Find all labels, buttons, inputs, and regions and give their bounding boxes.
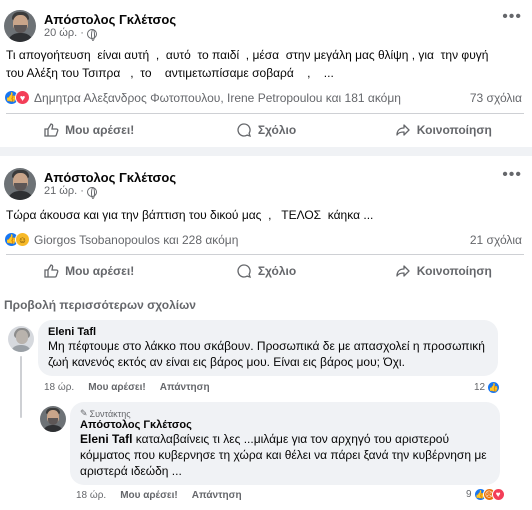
avatar[interactable] xyxy=(4,168,36,200)
comment-actions: 18 ώρ. Μου αρέσει! Απάντηση xyxy=(44,382,210,393)
more-options-icon[interactable]: ••• xyxy=(502,166,522,184)
avatar[interactable] xyxy=(4,10,36,42)
comment-label: Σχόλιο xyxy=(257,264,297,278)
post-author[interactable]: Απόστολος Γκλέτσος xyxy=(44,12,176,28)
love-reaction-icon[interactable]: ♥ xyxy=(15,90,30,105)
post-time[interactable]: 21 ώρ. · xyxy=(44,185,84,198)
comment-button[interactable]: Σχόλιο xyxy=(177,117,354,143)
comment-button[interactable]: Σχόλιο xyxy=(177,258,354,284)
like-label: Μου αρέσει! xyxy=(65,123,135,137)
avatar[interactable] xyxy=(8,326,34,352)
divider xyxy=(6,113,524,114)
comments-section: Προβολή περισσότερων σχολίων Eleni Tafl … xyxy=(0,290,532,510)
thumbs-up-icon xyxy=(44,264,59,278)
comment-icon xyxy=(237,123,251,138)
comment-like-link[interactable]: Μου αρέσει! xyxy=(88,382,146,393)
share-label: Κοινοποίηση xyxy=(416,123,492,137)
reply-bubble: ✎ Συντάκτης Απόστολος Γκλέτσος Eleni Taf… xyxy=(70,402,500,485)
reactions-bar: 👍 ☺ Giorgos Tsobanopoulos και 228 ακόμη … xyxy=(4,232,522,247)
reactions-bar: 👍 ♥ Δημητρα Αλεξανδρος Φωτοπουλου, Irene… xyxy=(4,90,522,105)
comment-time[interactable]: 18 ώρ. xyxy=(76,490,106,501)
comment-text: Eleni Tafl καταλαβαίνεις τι λες ...μιλάμ… xyxy=(80,431,490,479)
comment-actions: 18 ώρ. Μου αρέσει! Απάντηση xyxy=(76,490,242,501)
post-time[interactable]: 20 ώρ. · xyxy=(44,27,84,40)
comment-label: Σχόλιο xyxy=(257,123,297,137)
share-icon xyxy=(396,124,410,136)
comment-author[interactable]: Eleni Tafl xyxy=(48,326,488,338)
thread-line xyxy=(20,356,22,418)
globe-icon xyxy=(86,186,97,199)
post-header: Απόστολος Γκλέτσος 20 ώρ. · xyxy=(4,10,176,42)
comments-count[interactable]: 21 σχόλια xyxy=(470,233,522,247)
haha-reaction-icon[interactable]: ☺ xyxy=(15,232,30,247)
post-text: Τώρα άκουσα και για την βάπτιση του δικο… xyxy=(6,208,374,222)
comment-like-link[interactable]: Μου αρέσει! xyxy=(120,490,178,501)
comment-time[interactable]: 18 ώρ. xyxy=(44,382,74,393)
comment-reply-link[interactable]: Απάντηση xyxy=(192,490,242,501)
author-badge-label: Συντάκτης xyxy=(89,408,131,419)
reactors-names[interactable]: Giorgos Tsobanopoulos και 228 ακόμη xyxy=(34,233,238,247)
share-button[interactable]: Κοινοποίηση xyxy=(355,258,532,284)
thumbs-up-icon xyxy=(44,123,59,137)
comments-count[interactable]: 73 σχόλια xyxy=(470,91,522,105)
post-author[interactable]: Απόστολος Γκλέτσος xyxy=(44,170,176,186)
pencil-icon: ✎ xyxy=(80,408,88,418)
comment-reply-link[interactable]: Απάντηση xyxy=(160,382,210,393)
comment-reactions[interactable]: 12 👍 xyxy=(474,381,501,394)
post-card: Απόστολος Γκλέτσος 20 ώρ. · ••• Τι απογο… xyxy=(0,0,532,147)
view-more-comments-link[interactable]: Προβολή περισσότερων σχολίων xyxy=(4,298,196,312)
share-button[interactable]: Κοινοποίηση xyxy=(355,117,532,143)
comment-reaction-count: 12 xyxy=(474,382,486,393)
like-button[interactable]: Μου αρέσει! xyxy=(0,117,177,143)
author-badge: ✎ Συντάκτης xyxy=(80,408,490,419)
like-label: Μου αρέσει! xyxy=(65,264,135,278)
comment-text: Μη πέφτουμε στο λάκκο που σκάβουν. Προσω… xyxy=(48,339,485,369)
mention-link[interactable]: Eleni Tafl xyxy=(80,432,132,446)
comment-author[interactable]: Απόστολος Γκλέτσος xyxy=(80,419,490,431)
post-text: Τι απογοήτευση είναι αυτή , αυτό το παιδ… xyxy=(6,48,489,80)
reactors-names[interactable]: Δημητρα Αλεξανδρος Φωτοπουλου, Irene Pet… xyxy=(34,91,401,105)
comment-icon xyxy=(237,264,251,279)
post-card: Απόστολος Γκλέτσος 21 ώρ. · ••• Τώρα άκο… xyxy=(0,156,532,290)
post-actions: Μου αρέσει! Σχόλιο Κοινοποίηση xyxy=(0,117,532,143)
like-reaction-icon: 👍 xyxy=(487,381,501,394)
share-label: Κοινοποίηση xyxy=(416,264,492,278)
more-options-icon[interactable]: ••• xyxy=(502,8,522,26)
like-button[interactable]: Μου αρέσει! xyxy=(0,258,177,284)
comment-bubble: Eleni Tafl Μη πέφτουμε στο λάκκο που σκά… xyxy=(38,320,498,376)
post-header: Απόστολος Γκλέτσος 21 ώρ. · xyxy=(4,168,176,200)
comment-reactions[interactable]: 9 👍 ☹ ♥ xyxy=(466,488,505,501)
avatar[interactable] xyxy=(40,406,66,432)
share-icon xyxy=(396,265,410,277)
comment-reaction-count: 9 xyxy=(466,489,472,500)
divider xyxy=(6,254,524,255)
post-actions: Μου αρέσει! Σχόλιο Κοινοποίηση xyxy=(0,258,532,284)
love-reaction-icon: ♥ xyxy=(491,488,505,501)
globe-icon xyxy=(86,28,97,41)
comment-body: καταλαβαίνεις τι λες ...μιλάμε για τον α… xyxy=(80,432,487,478)
